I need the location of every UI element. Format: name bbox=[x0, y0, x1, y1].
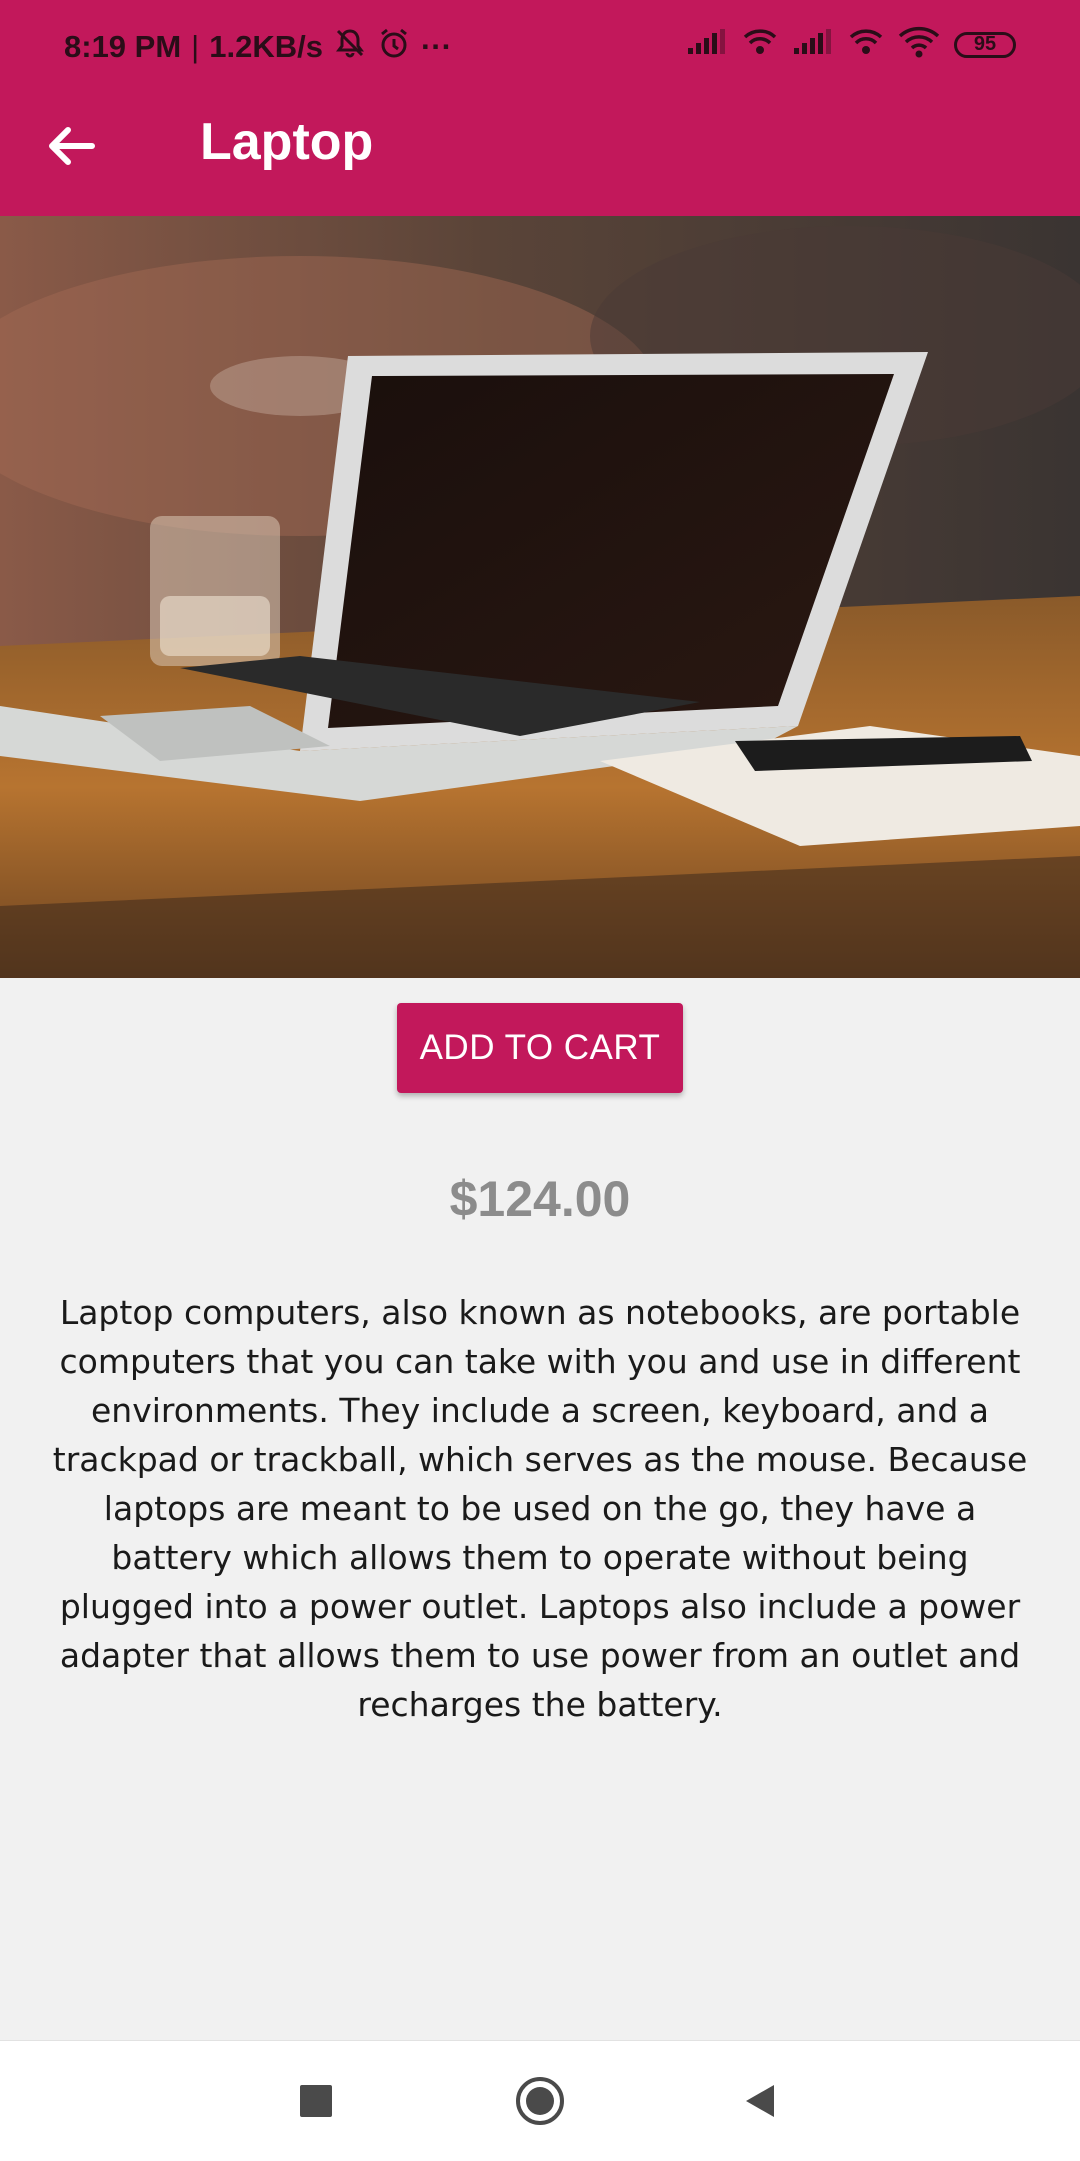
signal-icon bbox=[792, 28, 834, 61]
wifi-icon bbox=[848, 27, 884, 62]
wifi-icon bbox=[742, 27, 778, 62]
status-separator: | bbox=[191, 29, 200, 64]
page-title: Laptop bbox=[200, 113, 374, 171]
nav-back-button[interactable] bbox=[728, 2069, 792, 2133]
app-header: 8:19 PM | 1.2KB/s ··· 95 Laptop bbox=[0, 0, 1080, 216]
battery-icon: 95 bbox=[954, 31, 1016, 58]
status-right: 95 bbox=[686, 26, 1016, 63]
status-time: 8:19 PM bbox=[64, 29, 182, 64]
alarm-icon bbox=[377, 26, 411, 68]
signal-icon bbox=[686, 28, 728, 61]
wifi-icon bbox=[898, 26, 940, 63]
add-to-cart-button[interactable]: ADD TO CART bbox=[397, 1003, 683, 1093]
more-notifications: ··· bbox=[420, 29, 452, 64]
product-description: Laptop computers, also known as notebook… bbox=[52, 1293, 1028, 1724]
circle-home-icon bbox=[516, 2077, 564, 2125]
network-speed: 1.2KB/s bbox=[209, 29, 323, 64]
status-bar: 8:19 PM | 1.2KB/s ··· 95 bbox=[0, 0, 1080, 90]
recents-button[interactable] bbox=[284, 2069, 348, 2133]
home-button[interactable] bbox=[508, 2069, 572, 2133]
product-image bbox=[0, 216, 1080, 978]
status-left: 8:19 PM | 1.2KB/s ··· bbox=[64, 26, 452, 68]
muted-bell-icon bbox=[333, 26, 367, 68]
square-recents-icon bbox=[300, 2085, 332, 2117]
product-price: $124.00 bbox=[449, 1171, 631, 1227]
battery-level: 95 bbox=[973, 33, 997, 55]
triangle-back-icon bbox=[746, 2085, 774, 2117]
back-button[interactable] bbox=[40, 118, 104, 174]
arrow-left-icon bbox=[49, 127, 95, 165]
system-nav-bar bbox=[0, 2040, 1080, 2161]
